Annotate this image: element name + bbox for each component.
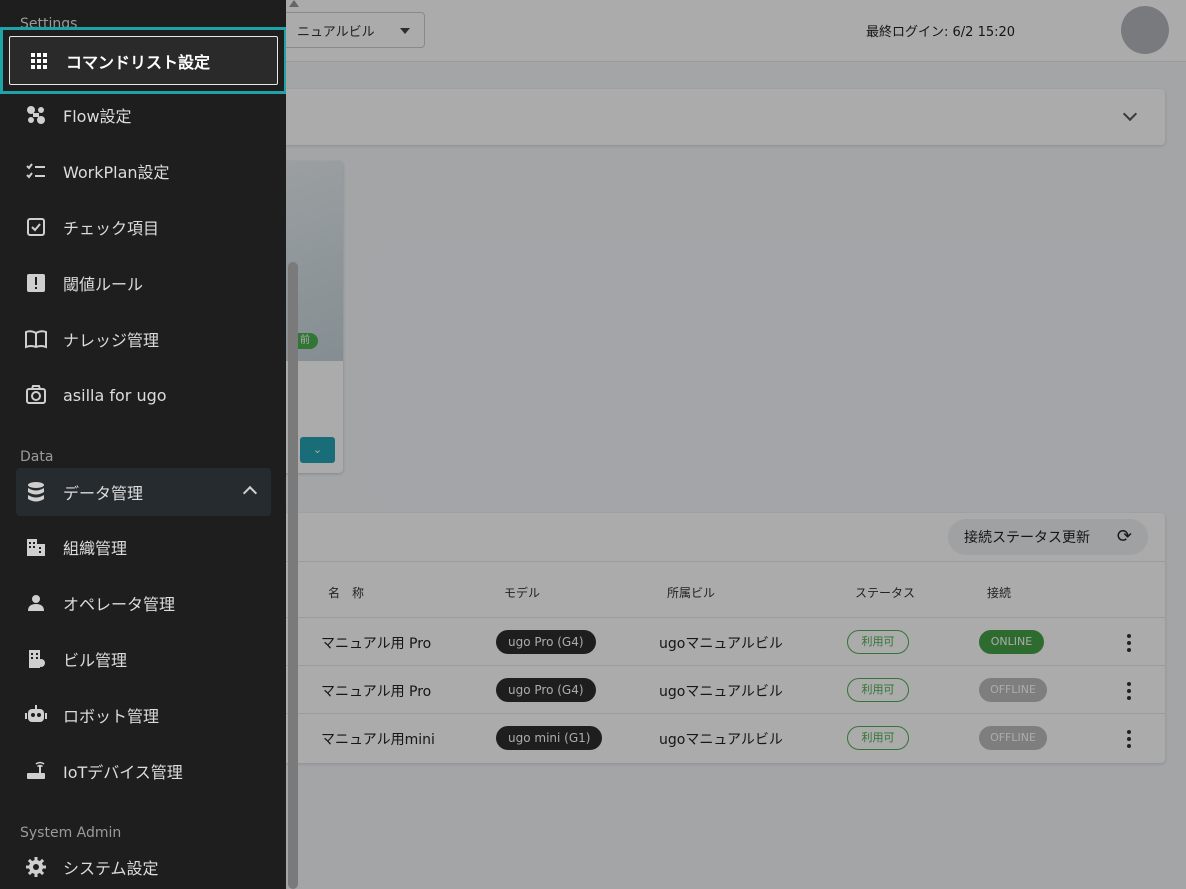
section-label-system-admin: System Admin [20,825,122,841]
router-icon [24,759,48,783]
nav-item-label: ナレッジ管理 [63,331,160,350]
organization-icon [24,535,48,559]
flow-icon [24,103,48,127]
nav-item-knowledge[interactable]: ナレッジ管理 [16,315,271,363]
nav-item-workplan[interactable]: WorkPlan設定 [16,147,271,195]
camera-icon [24,383,48,407]
nav-item-label: ビル管理 [63,651,128,670]
robot-icon [24,703,48,727]
section-label-data: Data [20,449,54,465]
nav-item-buildings[interactable]: ビル管理 [16,635,271,683]
database-icon [24,480,48,504]
alert-icon [24,271,48,295]
scroll-up-arrow-icon[interactable] [289,0,299,7]
nav-item-robots[interactable]: ロボット管理 [16,691,271,739]
checklist-icon [24,159,48,183]
nav-item-label: asilla for ugo [63,385,167,405]
nav-item-label: システム設定 [63,859,159,878]
nav-item-label: オペレータ管理 [63,595,176,614]
person-icon [24,591,48,615]
nav-item-asilla[interactable]: asilla for ugo [16,371,271,419]
nav-item-label: データ管理 [63,484,144,503]
check-box-icon [24,215,48,239]
nav-item-organization[interactable]: 組織管理 [16,523,271,571]
book-icon [24,327,48,351]
chevron-up-icon [242,485,258,501]
nav-item-label: Flow設定 [63,107,132,126]
gear-icon [24,855,48,879]
scrollbar-thumb[interactable] [288,262,298,889]
building-icon [24,647,48,671]
nav-item-label: 閾値ルール [63,275,144,294]
nav-item-label: 組織管理 [63,539,128,558]
nav-group-data-management[interactable]: データ管理 [16,468,271,516]
nav-item-system-settings[interactable]: システム設定 [16,843,271,889]
nav-item-command-list[interactable]: コマンドリスト設定 [0,27,286,94]
nav-item-label: コマンドリスト設定 [66,52,211,72]
nav-item-label: WorkPlan設定 [63,163,170,182]
nav-item-operators[interactable]: オペレータ管理 [16,579,271,627]
navigation-drawer: Settings コマンドリスト設定 Flow設定 WorkPlan設定 チェッ… [0,0,286,889]
nav-item-flow[interactable]: Flow設定 [16,91,271,139]
nav-item-label: ロボット管理 [63,707,160,726]
nav-item-label: IoTデバイス管理 [63,763,183,782]
nav-item-threshold-rules[interactable]: 閾値ルール [16,259,271,307]
nav-item-label: チェック項目 [63,219,160,238]
grid-icon [27,49,51,73]
nav-item-check-items[interactable]: チェック項目 [16,203,271,251]
nav-item-iot-devices[interactable]: IoTデバイス管理 [16,747,271,795]
